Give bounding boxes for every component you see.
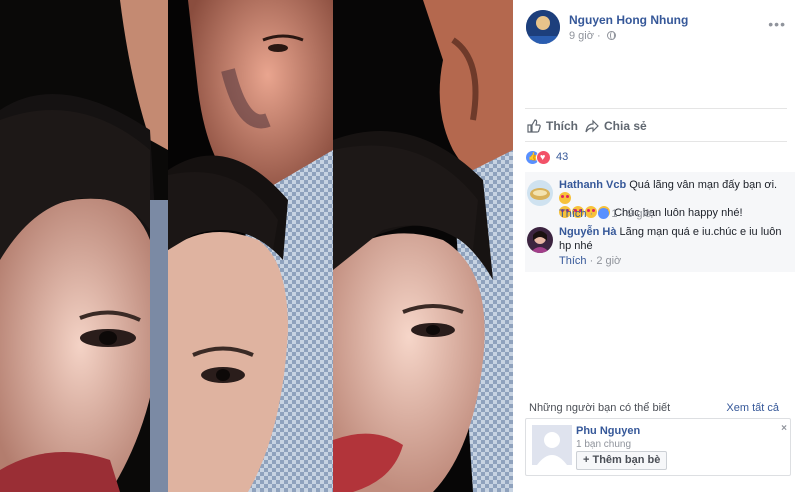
post-side-panel: Nguyen Hong Nhung 9 giờ · ••• Thích Chia… [513,0,800,492]
post-actions: Thích Chia sẻ [525,108,787,142]
like-reaction-icon [598,208,610,219]
like-button[interactable]: Thích [527,119,578,136]
commenter-avatar[interactable] [527,227,553,253]
heart-eyes-emoji-icon [559,192,571,204]
comment-like-button[interactable]: Thích [559,208,587,220]
globe-icon[interactable] [606,31,616,40]
share-button[interactable]: Chia sẻ [585,119,647,136]
author-avatar[interactable] [526,10,560,44]
add-friend-button[interactable]: + Thêm bạn bè [576,451,668,470]
photo-strip-right [333,0,513,492]
suggested-friend-avatar[interactable] [532,425,572,465]
close-icon[interactable]: × [781,423,787,434]
commenter-avatar[interactable] [527,180,553,206]
post-header: Nguyen Hong Nhung 9 giờ · ••• [513,0,800,52]
share-label: Chia sẻ [604,119,647,133]
share-arrow-icon [585,119,599,136]
commenter-name[interactable]: Nguyễn Hà [559,226,616,238]
comment-time[interactable]: 2 giờ [596,255,621,267]
reaction-count[interactable]: 43 [556,151,568,163]
comment-text: Quá lãng vân mạn đấy bạn ơi. [629,179,778,191]
thumbs-up-icon [527,119,541,136]
comments-section: Hathanh Vcb Quá lãng vân mạn đấy bạn ơi. … [525,172,795,272]
friend-suggestion-card: Phu Nguyen 1 bạn chung + Thêm bạn bè × [525,418,791,476]
pymk-title: Những người bạn có thể biết [529,402,671,414]
comment-footer: Thích · 1 · 9 giờ [559,208,653,220]
comment-like-button[interactable]: Thích [559,255,587,267]
photo-strip-middle [168,0,333,492]
author-name[interactable]: Nguyen Hong Nhung [569,13,688,27]
suggested-friend-name[interactable]: Phu Nguyen [576,425,640,437]
commenter-name[interactable]: Hathanh Vcb [559,179,626,191]
post-time[interactable]: 9 giờ [569,30,594,42]
post-meta: 9 giờ · [569,30,616,42]
like-label: Thích [546,119,578,133]
comment-like-count[interactable]: 1 [611,208,617,220]
mutual-friends[interactable]: 1 bạn chung [576,439,631,450]
see-all-link[interactable]: Xem tất cả [726,402,779,414]
post-photo[interactable] [0,0,513,492]
comment-footer: Thích · 2 giờ [559,255,622,267]
more-options-button[interactable]: ••• [768,16,786,32]
add-friend-label: Thêm bạn bè [592,454,661,466]
comment-body: Nguyễn Hà Lãng mạn quá e iu.chúc e iu luô… [559,225,787,253]
photo-strip-left [0,0,168,492]
comment-time[interactable]: 9 giờ [627,208,652,220]
love-reaction-icon [536,150,551,165]
